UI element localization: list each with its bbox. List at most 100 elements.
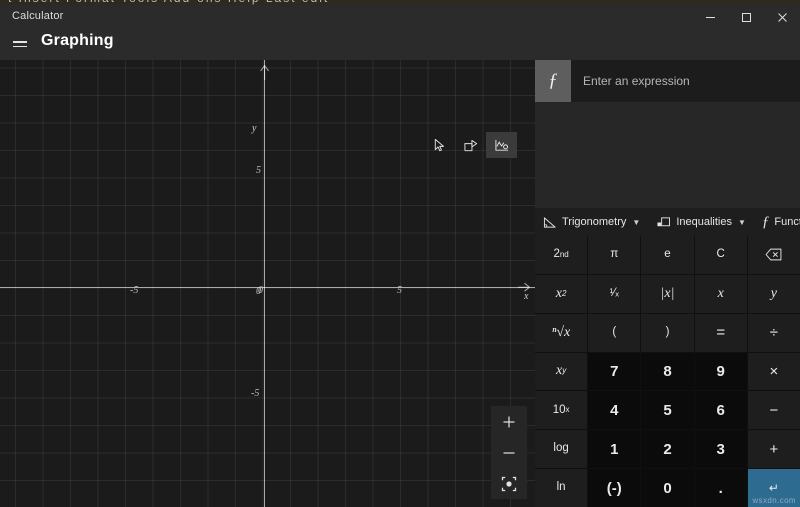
function-category-tabs: Trigonometry ▼ Inequalities ▼ ƒ Function bbox=[535, 208, 800, 236]
reset-view-button[interactable] bbox=[491, 468, 527, 499]
plus-icon bbox=[502, 415, 516, 429]
equation-list[interactable] bbox=[535, 102, 800, 208]
y-axis-label: y bbox=[252, 123, 256, 134]
key-log[interactable]: log bbox=[535, 430, 587, 468]
minimize-button[interactable] bbox=[692, 6, 728, 28]
key-clear[interactable]: C bbox=[695, 236, 747, 274]
backspace-icon bbox=[765, 248, 782, 261]
window-titlebar: Calculator bbox=[0, 6, 800, 28]
key-label: C bbox=[717, 249, 725, 261]
key-submit[interactable]: ↵ bbox=[748, 469, 800, 507]
tab-inequalities[interactable]: Inequalities ▼ bbox=[648, 208, 754, 236]
hamburger-icon[interactable] bbox=[10, 34, 30, 54]
calculator-app-window: t Insert Format Tools Add-ons Help Last … bbox=[0, 0, 800, 507]
tab-trigonometry[interactable]: Trigonometry ▼ bbox=[535, 208, 648, 236]
key-label: ¹⁄ₓ bbox=[610, 288, 620, 300]
key-label: . bbox=[719, 481, 723, 496]
key-variable-y[interactable]: y bbox=[748, 275, 800, 313]
key-equals[interactable]: = bbox=[695, 314, 747, 352]
y-tick-label: -5 bbox=[251, 388, 259, 399]
key-label: y bbox=[771, 287, 777, 301]
graph-x-axis bbox=[0, 287, 535, 288]
key-label: (-) bbox=[607, 481, 622, 496]
key-label: 7 bbox=[610, 364, 618, 379]
tab-inequalities-label: Inequalities bbox=[676, 216, 732, 228]
key-digit-7[interactable]: 7 bbox=[588, 353, 640, 391]
expression-bar: ƒ bbox=[535, 60, 800, 102]
key-label: − bbox=[770, 403, 779, 418]
background-menubar-text: t Insert Format Tools Add-ons Help Last … bbox=[8, 0, 329, 5]
key-label: log bbox=[553, 443, 568, 455]
key-digit-0[interactable]: 0 bbox=[641, 469, 693, 507]
key-pi[interactable]: π bbox=[588, 236, 640, 274]
key-label: 4 bbox=[610, 403, 618, 418]
key-variable-x[interactable]: x bbox=[695, 275, 747, 313]
key-label: + bbox=[770, 442, 779, 457]
key-euler-e[interactable]: e bbox=[641, 236, 693, 274]
graph-gridlines bbox=[0, 60, 535, 507]
x-tick-label: -5 bbox=[130, 285, 138, 296]
x-axis-label: x bbox=[524, 291, 528, 302]
key-label: |x| bbox=[661, 287, 675, 301]
maximize-button[interactable] bbox=[728, 6, 764, 28]
y-axis-arrow-icon bbox=[258, 64, 272, 80]
graph-canvas-panel[interactable]: y x -5 0 5 5 0 -5 bbox=[0, 60, 535, 507]
key-digit-6[interactable]: 6 bbox=[695, 391, 747, 429]
share-tool-button[interactable] bbox=[455, 132, 486, 158]
key-paren-open[interactable]: ( bbox=[588, 314, 640, 352]
hamburger-bar bbox=[13, 41, 27, 43]
key-digit-4[interactable]: 4 bbox=[588, 391, 640, 429]
graph-settings-button[interactable] bbox=[486, 132, 517, 158]
key-digit-9[interactable]: 9 bbox=[695, 353, 747, 391]
function-type-button[interactable]: ƒ bbox=[535, 60, 571, 102]
key-paren-close[interactable]: ) bbox=[641, 314, 693, 352]
key-subtract[interactable]: − bbox=[748, 391, 800, 429]
key-x-to-power-y[interactable]: xy bbox=[535, 353, 587, 391]
key-superscript: nd bbox=[560, 251, 569, 259]
key-decimal-point[interactable]: . bbox=[695, 469, 747, 507]
key-backspace[interactable] bbox=[748, 236, 800, 274]
close-icon bbox=[777, 12, 788, 23]
key-multiply[interactable]: × bbox=[748, 353, 800, 391]
close-button[interactable] bbox=[764, 6, 800, 28]
key-ten-to-power-x[interactable]: 10x bbox=[535, 391, 587, 429]
graph-zoom-controls bbox=[491, 406, 527, 499]
maximize-icon bbox=[741, 12, 752, 23]
key-absolute[interactable]: |x| bbox=[641, 275, 693, 313]
cursor-icon bbox=[432, 138, 447, 153]
tab-trigonometry-label: Trigonometry bbox=[562, 216, 626, 228]
reset-view-icon bbox=[501, 476, 517, 492]
key-label: 10 bbox=[553, 405, 566, 417]
zoom-in-button[interactable] bbox=[491, 406, 527, 437]
key-natural-log[interactable]: ln bbox=[535, 469, 587, 507]
key-reciprocal[interactable]: ¹⁄ₓ bbox=[588, 275, 640, 313]
key-label: 9 bbox=[717, 364, 725, 379]
key-label: = bbox=[716, 325, 725, 340]
y-tick-label: 5 bbox=[256, 165, 261, 176]
calculator-keypad: 2ndπeCx2¹⁄ₓ|x|xyⁿ√x()=÷xy789×10x456−log1… bbox=[535, 236, 800, 507]
key-second[interactable]: 2nd bbox=[535, 236, 587, 274]
key-nth-root[interactable]: ⁿ√x bbox=[535, 314, 587, 352]
key-digit-2[interactable]: 2 bbox=[641, 430, 693, 468]
pointer-tool-button[interactable] bbox=[424, 132, 455, 158]
key-label: 3 bbox=[717, 442, 725, 457]
key-digit-1[interactable]: 1 bbox=[588, 430, 640, 468]
key-x-squared[interactable]: x2 bbox=[535, 275, 587, 313]
chevron-down-icon: ▼ bbox=[632, 218, 640, 227]
key-digit-3[interactable]: 3 bbox=[695, 430, 747, 468]
key-negate[interactable]: (-) bbox=[588, 469, 640, 507]
key-label: ( bbox=[612, 327, 616, 339]
key-digit-8[interactable]: 8 bbox=[641, 353, 693, 391]
key-add[interactable]: + bbox=[748, 430, 800, 468]
key-label: ⁿ√x bbox=[552, 326, 570, 340]
app-title: Calculator bbox=[12, 10, 64, 22]
key-label: ln bbox=[557, 482, 566, 494]
tab-functions[interactable]: ƒ Function bbox=[754, 208, 800, 236]
expression-input[interactable] bbox=[571, 60, 800, 102]
key-label: ↵ bbox=[769, 482, 779, 494]
key-digit-5[interactable]: 5 bbox=[641, 391, 693, 429]
zoom-out-button[interactable] bbox=[491, 437, 527, 468]
graph-y-axis bbox=[264, 60, 265, 507]
trigonometry-icon bbox=[543, 216, 557, 229]
key-divide[interactable]: ÷ bbox=[748, 314, 800, 352]
